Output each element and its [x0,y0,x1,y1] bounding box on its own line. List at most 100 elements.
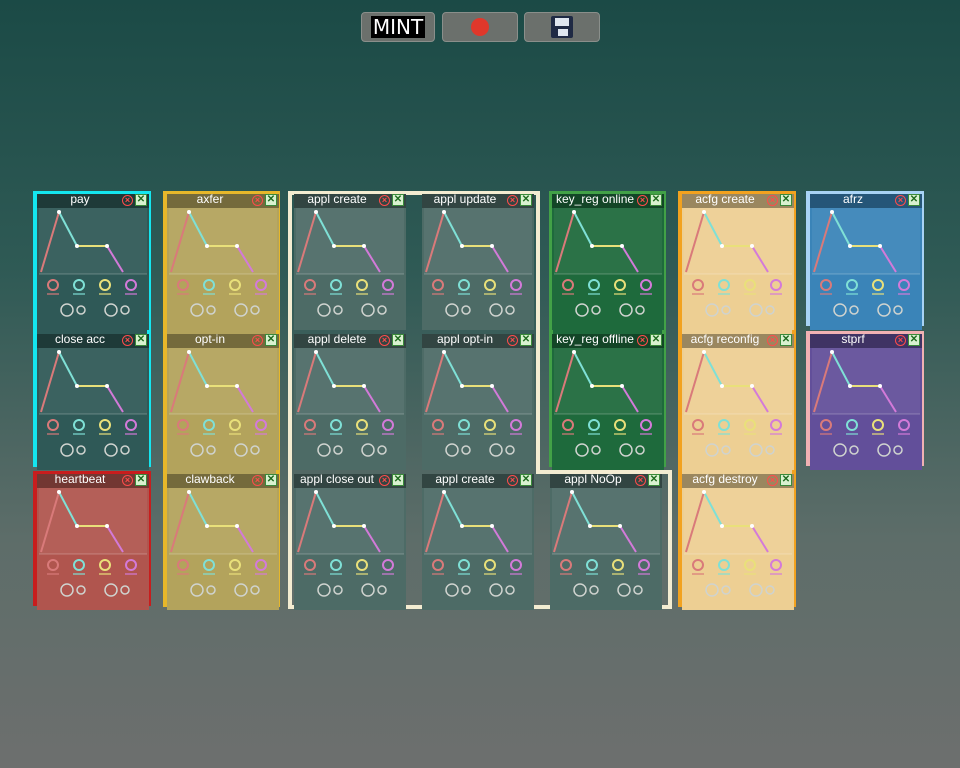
tile-title-bar[interactable]: opt-in × ✕ [167,332,279,348]
close-box-icon[interactable]: ✕ [780,474,792,486]
adsr-knob-3[interactable] [356,419,368,431]
envelope-graph[interactable] [552,348,664,468]
level-knob-2[interactable] [721,585,731,595]
envelope-graph[interactable] [682,208,794,328]
remove-circle-icon[interactable]: × [122,195,133,206]
remove-circle-icon[interactable]: × [122,335,133,346]
remove-circle-icon[interactable]: × [895,335,906,346]
adsr-knob-1[interactable] [47,419,59,431]
adsr-knob-4[interactable] [125,279,137,291]
adsr-knob-4[interactable] [382,559,394,571]
adsr-knob-3[interactable] [356,559,368,571]
adsr-knob-4[interactable] [510,279,522,291]
adsr-knob-3[interactable] [99,279,111,291]
tile-acfg-create[interactable]: acfg create × ✕ [682,192,794,330]
envelope-graph[interactable] [167,488,279,608]
level-knob-3[interactable] [489,443,503,457]
adsr-knob-2[interactable] [330,279,342,291]
adsr-knob-4[interactable] [510,559,522,571]
level-knob-3[interactable] [234,303,248,317]
level-knob-3[interactable] [104,303,118,317]
close-box-icon[interactable]: ✕ [650,334,662,346]
adsr-knob-2[interactable] [73,279,85,291]
level-knob-1[interactable] [190,443,204,457]
close-box-icon[interactable]: ✕ [135,194,147,206]
adsr-knob-3[interactable] [872,279,884,291]
level-knob-1[interactable] [833,303,847,317]
adsr-knob-3[interactable] [614,279,626,291]
tile-title-bar[interactable]: pay × ✕ [37,192,149,208]
remove-circle-icon[interactable]: × [637,335,648,346]
adsr-knob-1[interactable] [304,419,316,431]
adsr-knob-4[interactable] [255,559,267,571]
level-knob-2[interactable] [849,305,859,315]
close-box-icon[interactable]: ✕ [392,334,404,346]
tile-appl-update[interactable]: appl update × ✕ [422,192,534,330]
close-box-icon[interactable]: ✕ [265,194,277,206]
close-box-icon[interactable]: ✕ [265,474,277,486]
level-knob-2[interactable] [849,445,859,455]
level-knob-3[interactable] [619,443,633,457]
envelope-graph[interactable] [37,208,149,328]
level-knob-3[interactable] [619,303,633,317]
close-box-icon[interactable]: ✕ [135,334,147,346]
adsr-knob-1[interactable] [432,419,444,431]
adsr-knob-4[interactable] [898,279,910,291]
level-knob-4[interactable] [120,445,130,455]
level-knob-2[interactable] [206,585,216,595]
adsr-knob-1[interactable] [692,279,704,291]
tile-title-bar[interactable]: close acc × ✕ [37,332,149,348]
level-knob-1[interactable] [705,303,719,317]
envelope-graph[interactable] [552,208,664,328]
level-knob-4[interactable] [635,445,645,455]
tile-close-acc[interactable]: close acc × ✕ [37,332,149,470]
level-knob-4[interactable] [635,305,645,315]
adsr-knob-2[interactable] [203,559,215,571]
level-knob-3[interactable] [749,303,763,317]
level-knob-2[interactable] [591,445,601,455]
close-box-icon[interactable]: ✕ [650,194,662,206]
adsr-knob-4[interactable] [255,419,267,431]
tile-title-bar[interactable]: appl create × ✕ [294,192,406,208]
adsr-knob-3[interactable] [99,559,111,571]
adsr-knob-1[interactable] [47,279,59,291]
tile-clawback[interactable]: clawback × ✕ [167,472,279,610]
adsr-knob-3[interactable] [484,419,496,431]
adsr-knob-1[interactable] [692,419,704,431]
remove-circle-icon[interactable]: × [507,475,518,486]
remove-circle-icon[interactable]: × [767,195,778,206]
remove-circle-icon[interactable]: × [767,335,778,346]
close-box-icon[interactable]: ✕ [908,194,920,206]
level-knob-2[interactable] [76,305,86,315]
level-knob-2[interactable] [461,585,471,595]
adsr-knob-1[interactable] [820,279,832,291]
adsr-knob-3[interactable] [744,559,756,571]
level-knob-1[interactable] [190,303,204,317]
adsr-knob-3[interactable] [612,559,624,571]
adsr-knob-4[interactable] [770,279,782,291]
level-knob-1[interactable] [317,583,331,597]
tile-key-reg-online[interactable]: key_reg online × ✕ [552,192,664,330]
tile-opt-in[interactable]: opt-in × ✕ [167,332,279,470]
adsr-knob-2[interactable] [330,559,342,571]
level-knob-2[interactable] [721,305,731,315]
level-knob-3[interactable] [617,583,631,597]
adsr-knob-4[interactable] [640,279,652,291]
level-knob-2[interactable] [461,305,471,315]
close-box-icon[interactable]: ✕ [520,474,532,486]
close-box-icon[interactable]: ✕ [908,334,920,346]
tile-title-bar[interactable]: afrz × ✕ [810,192,922,208]
remove-circle-icon[interactable]: × [895,195,906,206]
level-knob-2[interactable] [333,445,343,455]
envelope-graph[interactable] [550,488,662,608]
remove-circle-icon[interactable]: × [379,195,390,206]
envelope-graph[interactable] [294,208,406,328]
tile-stprf[interactable]: stprf × ✕ [810,332,922,470]
remove-circle-icon[interactable]: × [252,475,263,486]
adsr-knob-3[interactable] [356,279,368,291]
level-knob-4[interactable] [250,305,260,315]
adsr-knob-1[interactable] [562,419,574,431]
tile-title-bar[interactable]: heartbeat × ✕ [37,472,149,488]
tile-title-bar[interactable]: appl close out × ✕ [294,472,406,488]
level-knob-3[interactable] [234,583,248,597]
